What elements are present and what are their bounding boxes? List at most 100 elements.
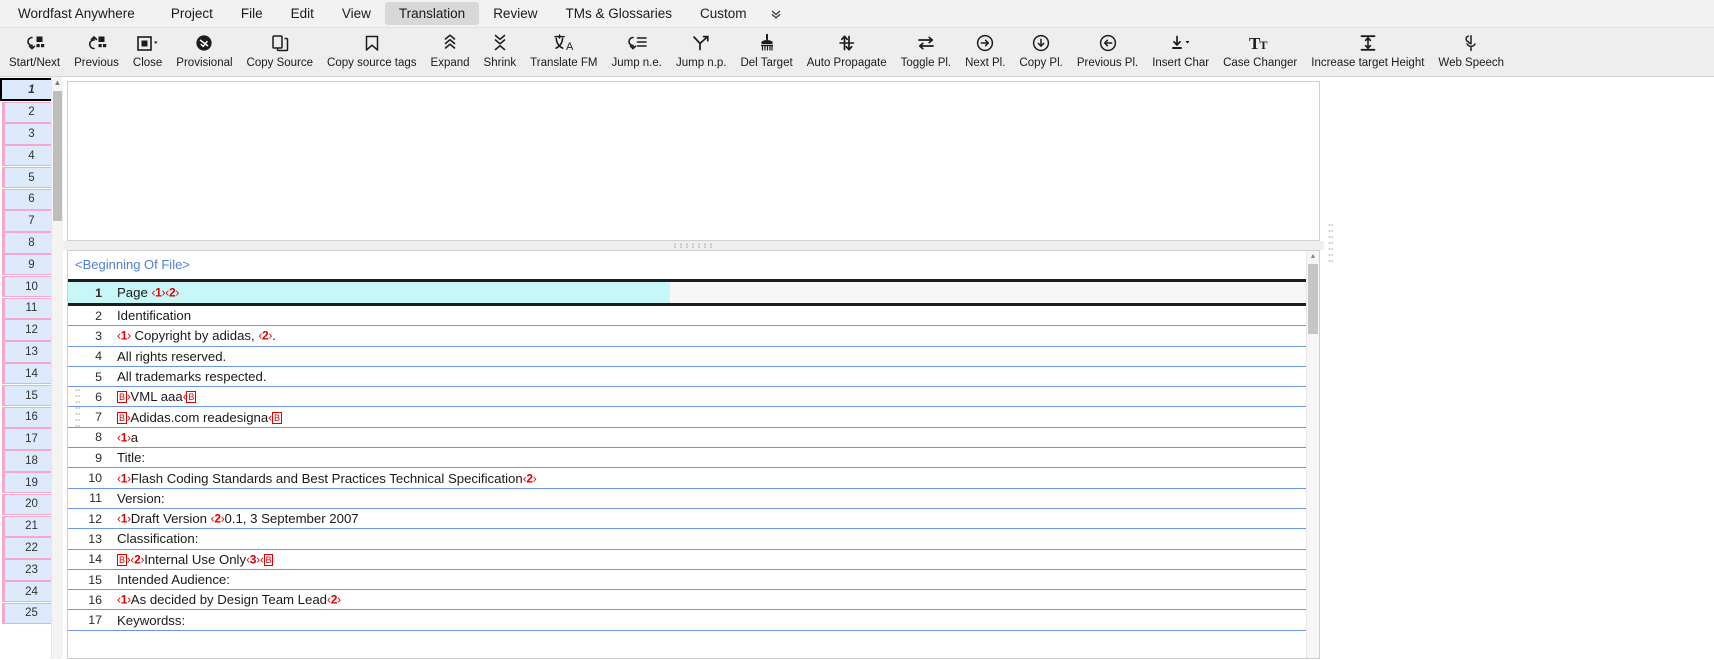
copy-source-button[interactable]: Copy Source [240, 28, 320, 73]
inline-tag-icon[interactable]: ‹1› [117, 471, 131, 485]
segment-target-cell[interactable] [670, 386, 1270, 408]
segment-row[interactable]: 1Page ‹1›‹2›0 [68, 279, 1319, 306]
segment-row[interactable]: 12 ‹1›Draft Version ‹2›0.1, 3 September 2… [68, 508, 1319, 530]
segment-target-cell[interactable] [670, 304, 1270, 327]
segment-target-cell[interactable] [670, 569, 1270, 591]
segment-row[interactable]: 6B›VML aaa‹B0 [68, 386, 1319, 408]
inline-tag-icon[interactable]: ‹2› [523, 471, 537, 485]
inline-tag-icon[interactable]: B › [117, 410, 131, 424]
delete-target-button[interactable]: Del Target [733, 28, 799, 73]
provisional-button[interactable]: Provisional [169, 28, 239, 73]
inline-tag-icon[interactable]: ‹1› [151, 286, 165, 300]
segment-target-cell[interactable] [670, 609, 1270, 631]
menu-item-view[interactable]: View [328, 2, 385, 25]
segment-row[interactable]: 5All trademarks respected.0 [68, 366, 1319, 388]
start-next-button[interactable]: Start/Next [2, 28, 67, 73]
expand-button[interactable]: Expand [424, 28, 477, 73]
menu-item-wordfast-anywhere[interactable]: Wordfast Anywhere [6, 2, 157, 25]
menu-item-custom[interactable]: Custom [686, 2, 761, 25]
segment-target-cell[interactable] [670, 467, 1270, 489]
inline-tag-icon[interactable]: ‹3› [246, 552, 260, 566]
segment-target-cell[interactable] [670, 488, 1270, 509]
left-pane-grip-icon[interactable] [75, 387, 80, 429]
segment-target-cell[interactable] [670, 447, 1270, 469]
segment-row[interactable]: 9Title:0 [68, 447, 1319, 469]
segment-row[interactable]: 15Intended Audience:0 [68, 569, 1319, 591]
copy-source-tags-button[interactable]: Copy source tags [320, 28, 424, 73]
segment-source-text[interactable]: Identification [111, 304, 670, 327]
segment-target-cell[interactable] [670, 325, 1270, 347]
segment-source-text[interactable]: All rights reserved. [111, 346, 670, 367]
inline-tag-icon[interactable]: ‹1› [117, 512, 131, 526]
segment-row[interactable]: 13Classification:0 [68, 528, 1319, 550]
next-placeable-button[interactable]: Next Pl. [958, 28, 1012, 73]
increase-target-height-button[interactable]: Increase target Height [1304, 28, 1431, 73]
segment-row[interactable]: 14B›‹2›Internal Use Only‹3›‹B0 [68, 549, 1319, 570]
grid-scroll-up-icon[interactable]: ▲ [1307, 251, 1319, 263]
segment-target-cell[interactable] [670, 528, 1270, 550]
right-pane-grip-icon[interactable] [1328, 222, 1333, 264]
inline-tag-icon[interactable]: ‹2› [165, 286, 179, 300]
menu-item-tms-glossaries[interactable]: TMs & Glossaries [551, 2, 686, 25]
inline-tag-icon[interactable]: ‹2› [211, 512, 225, 526]
shrink-button[interactable]: Shrink [477, 28, 524, 73]
inline-tag-icon[interactable]: ‹2› [130, 552, 144, 566]
segment-target-cell[interactable] [670, 406, 1270, 428]
segment-source-text[interactable]: B ›VML aaa‹ B [111, 386, 670, 408]
segment-row[interactable]: 2Identification0 [68, 304, 1319, 327]
menu-item-file[interactable]: File [227, 2, 277, 25]
segment-row[interactable]: 16‹1›As decided by Design Team Lead‹2›0 [68, 589, 1319, 611]
segment-source-text[interactable]: ‹1›a [111, 427, 670, 449]
close-button[interactable]: Close [126, 28, 169, 73]
inline-tag-icon[interactable]: ‹ B [260, 552, 274, 566]
segments-grid[interactable]: <Beginning Of File> 1Page ‹1›‹2›02Identi… [67, 250, 1320, 659]
web-speech-button[interactable]: Web Speech [1431, 28, 1511, 73]
segment-row[interactable]: 17Keywordss:0 [68, 609, 1319, 631]
inline-tag-icon[interactable]: ‹2› [327, 593, 341, 607]
inline-tag-icon[interactable]: ‹1› [117, 329, 131, 343]
segment-row[interactable]: 7B›Adidas.com readesigna‹B0 [68, 406, 1319, 428]
inline-tag-icon[interactable]: ‹2› [258, 329, 272, 343]
segment-target-cell[interactable] [670, 427, 1270, 449]
segment-target-cell[interactable] [670, 279, 1270, 306]
toggle-placeable-button[interactable]: Toggle Pl. [894, 28, 959, 73]
menu-overflow-chevron-down-icon[interactable] [761, 2, 791, 25]
segment-source-text[interactable]: ‹1›As decided by Design Team Lead‹2› [111, 589, 670, 611]
segment-source-text[interactable]: All trademarks respected. [111, 366, 670, 388]
jump-next-empty-button[interactable]: Jump n.e. [604, 28, 669, 73]
horizontal-splitter[interactable] [63, 241, 1324, 250]
inline-tag-icon[interactable]: ‹1› [117, 593, 131, 607]
menu-item-review[interactable]: Review [479, 2, 551, 25]
segment-source-text[interactable]: B ›Adidas.com readesigna‹ B [111, 406, 670, 428]
segment-source-text[interactable]: B ›‹2›Internal Use Only‹3›‹ B [111, 549, 670, 570]
segment-source-text[interactable]: Page ‹1›‹2› [111, 279, 670, 306]
segment-source-text[interactable]: Version: [111, 488, 670, 509]
segment-editor-pane[interactable] [67, 81, 1320, 241]
segment-row[interactable]: 10 ‹1›Flash Coding Standards and Best Pra… [68, 467, 1319, 489]
inline-tag-icon[interactable]: ‹ B [268, 410, 282, 424]
segment-target-cell[interactable] [670, 549, 1270, 570]
previous-placeable-button[interactable]: Previous Pl. [1070, 28, 1145, 73]
ruler-scrollbar[interactable]: ▲ [51, 77, 63, 659]
menu-item-translation[interactable]: Translation [384, 2, 480, 25]
segment-row[interactable]: 3‹1› Copyright by adidas, ‹2›.0 [68, 325, 1319, 347]
segment-target-cell[interactable] [670, 346, 1270, 367]
translate-fm-button[interactable]: A Translate FM [523, 28, 604, 73]
grid-scroll-thumb[interactable] [1308, 264, 1318, 334]
segment-source-text[interactable]: ‹1›Draft Version ‹2›0.1, 3 September 200… [111, 508, 670, 530]
auto-propagate-button[interactable]: Auto Propagate [800, 28, 894, 73]
segment-target-cell[interactable] [670, 366, 1270, 388]
segment-source-text[interactable]: Classification: [111, 528, 670, 550]
segment-row[interactable]: 8‹1›a0 [68, 427, 1319, 449]
segment-ruler[interactable]: 1 2 3 4 5 6 7 8 9 10 11 12 13 14 15 16 17 18 19 20 21 22 23 24 2… [0, 77, 63, 659]
ruler-scroll-up-icon[interactable]: ▲ [52, 77, 63, 89]
case-changer-button[interactable]: T T Case Changer [1216, 28, 1304, 73]
segment-row[interactable]: 11Version:0 [68, 488, 1319, 509]
segment-source-text[interactable]: Keywordss: [111, 609, 670, 631]
segment-editor-area[interactable] [68, 82, 1319, 240]
inline-tag-icon[interactable]: B › [117, 390, 131, 404]
ruler-scroll-thumb[interactable] [53, 91, 62, 221]
inline-tag-icon[interactable]: ‹1› [117, 430, 131, 444]
segment-source-text[interactable]: ‹1› Copyright by adidas, ‹2›. [111, 325, 670, 347]
menu-item-project[interactable]: Project [157, 2, 227, 25]
